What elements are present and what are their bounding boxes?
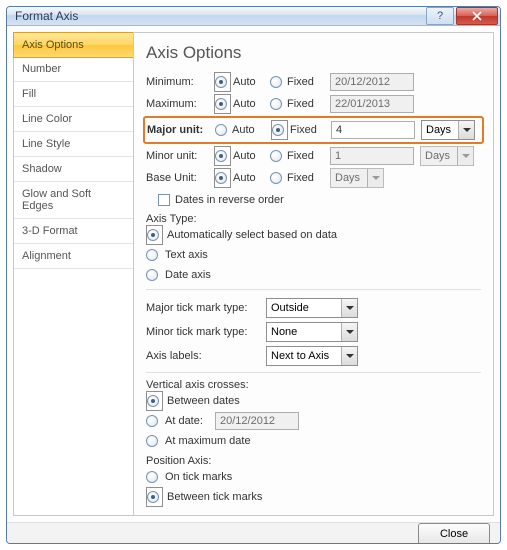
minimum-auto-radio[interactable] <box>214 72 231 92</box>
major-unit-highlight: Major unit: Auto Fixed Days <box>143 116 484 144</box>
crosses-at-max-radio[interactable] <box>146 435 161 447</box>
axis-labels-select[interactable]: Next to Axis <box>266 346 358 366</box>
crosses-at-date-radio[interactable] <box>146 415 161 427</box>
base-unit-row: Base Unit: Auto Fixed Days <box>146 167 481 189</box>
sidebar-item-3d-format[interactable]: 3-D Format <box>14 219 133 244</box>
major-auto-radio[interactable] <box>215 124 230 136</box>
sidebar-item-shadow[interactable]: Shadow <box>14 157 133 182</box>
maximum-label: Maximum: <box>146 98 214 110</box>
reverse-order-label: Dates in reverse order <box>175 194 284 206</box>
window-close-button[interactable] <box>456 7 498 25</box>
minor-tick-select[interactable]: None <box>266 322 358 342</box>
position-on-ticks-radio[interactable] <box>146 471 161 483</box>
minimum-row: Minimum: Auto Fixed <box>146 71 481 93</box>
window-title: Format Axis <box>15 9 424 23</box>
major-tick-select[interactable]: Outside <box>266 298 358 318</box>
help-button[interactable]: ? <box>426 7 454 25</box>
chevron-down-icon <box>341 299 357 317</box>
panel-heading: Axis Options <box>146 43 481 63</box>
axis-type-label: Axis Type: <box>146 213 481 225</box>
crosses-between-radio[interactable] <box>146 391 163 411</box>
maximum-row: Maximum: Auto Fixed <box>146 93 481 115</box>
category-sidebar: Axis Options Number Fill Line Color Line… <box>13 32 133 516</box>
reverse-order-checkbox[interactable] <box>158 194 170 206</box>
chevron-down-icon <box>341 323 357 341</box>
major-value-input[interactable] <box>331 121 415 139</box>
sidebar-item-glow[interactable]: Glow and Soft Edges <box>14 182 133 219</box>
format-axis-dialog: Format Axis ? Axis Options Number Fill L… <box>6 6 501 544</box>
minor-unit-label: Minor unit: <box>146 150 214 162</box>
axis-options-panel: Axis Options Minimum: Auto Fixed Maximum… <box>133 32 494 516</box>
minor-unit-select[interactable]: Days <box>420 146 474 166</box>
major-unit-row: Major unit: Auto Fixed Days <box>147 119 480 141</box>
chevron-down-icon <box>341 347 357 365</box>
minimum-label: Minimum: <box>146 76 214 88</box>
minor-unit-row: Minor unit: Auto Fixed Days <box>146 145 481 167</box>
maximum-auto-radio[interactable] <box>214 94 231 114</box>
minimum-fixed-radio[interactable] <box>270 76 285 88</box>
sidebar-item-line-style[interactable]: Line Style <box>14 132 133 157</box>
maximum-value-input[interactable] <box>330 95 414 113</box>
dialog-footer: Close <box>7 522 500 544</box>
major-fixed-radio[interactable] <box>271 120 288 140</box>
titlebar: Format Axis ? <box>7 7 500 26</box>
base-auto-radio[interactable] <box>214 168 231 188</box>
axis-type-date-radio[interactable] <box>146 269 161 281</box>
chevron-down-icon <box>367 169 383 187</box>
crosses-label: Vertical axis crosses: <box>146 379 481 391</box>
position-between-ticks-radio[interactable] <box>146 487 163 507</box>
axis-type-auto-radio[interactable] <box>146 225 163 245</box>
minor-tick-row: Minor tick mark type: None <box>146 320 481 344</box>
sidebar-item-number[interactable]: Number <box>14 57 133 82</box>
reverse-order-row: Dates in reverse order <box>146 189 481 211</box>
minimum-value-input[interactable] <box>330 73 414 91</box>
sidebar-item-fill[interactable]: Fill <box>14 82 133 107</box>
sidebar-item-line-color[interactable]: Line Color <box>14 107 133 132</box>
sidebar-item-alignment[interactable]: Alignment <box>14 244 133 269</box>
major-tick-row: Major tick mark type: Outside <box>146 296 481 320</box>
sidebar-item-axis-options[interactable]: Axis Options <box>13 32 134 58</box>
base-unit-select[interactable]: Days <box>330 168 384 188</box>
position-axis-label: Position Axis: <box>146 455 481 467</box>
major-unit-select[interactable]: Days <box>421 120 475 140</box>
crosses-at-date-input[interactable] <box>215 412 299 430</box>
axis-labels-row: Axis labels: Next to Axis <box>146 344 481 368</box>
chevron-down-icon <box>457 147 473 165</box>
major-unit-label: Major unit: <box>147 124 215 136</box>
axis-type-text-radio[interactable] <box>146 249 161 261</box>
minor-fixed-radio[interactable] <box>270 150 285 162</box>
minor-auto-radio[interactable] <box>214 146 231 166</box>
maximum-fixed-radio[interactable] <box>270 98 285 110</box>
base-unit-label: Base Unit: <box>146 172 214 184</box>
close-icon <box>472 11 482 21</box>
close-button[interactable]: Close <box>418 523 490 544</box>
chevron-down-icon <box>458 121 474 139</box>
base-fixed-radio[interactable] <box>270 172 285 184</box>
minor-value-input[interactable] <box>330 147 414 165</box>
